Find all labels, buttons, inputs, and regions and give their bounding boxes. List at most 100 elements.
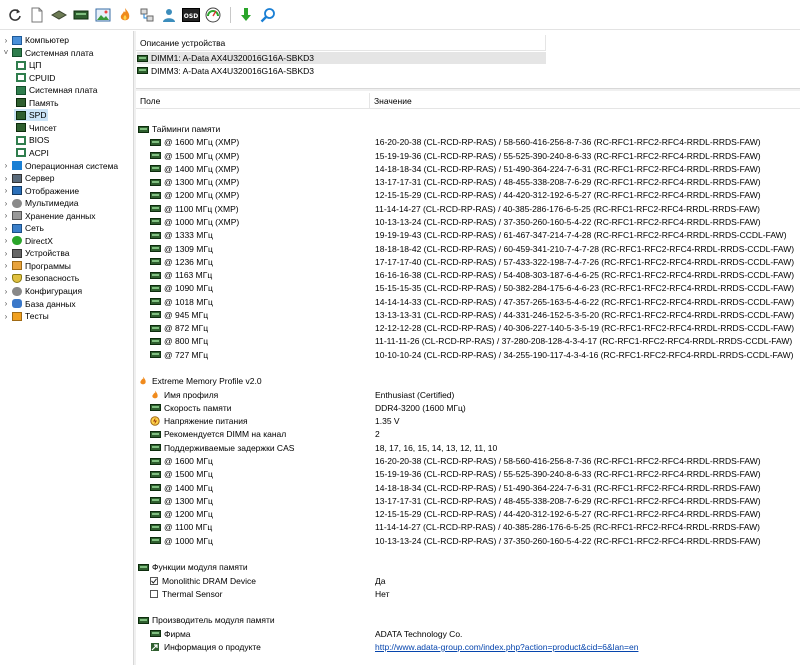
property-row[interactable]: Фирма ADATA Technology Co.	[136, 628, 800, 640]
tree-item[interactable]: ЦП	[14, 59, 41, 71]
property-row[interactable]: Информация о продукте http://www.adata-gr…	[136, 641, 800, 653]
field-cell: @ 1200 МГц	[150, 508, 213, 520]
property-row[interactable]: @ 1300 МГц (XMP) 13-17-17-31 (CL-RCD-RP-R…	[136, 176, 800, 188]
tree-item[interactable]: › Программы	[2, 260, 71, 272]
expand-toggle-icon[interactable]: ›	[2, 299, 10, 308]
tree-item[interactable]: › Мультимедиа	[2, 197, 79, 209]
property-row[interactable]: @ 727 МГц 10-10-10-24 (CL-RCD-RP-RAS) / 3…	[136, 349, 800, 361]
tree-item[interactable]: › Тесты	[2, 310, 49, 322]
tree-item[interactable]: › Устройства	[2, 247, 70, 259]
property-row[interactable]: @ 1163 МГц 16-16-16-38 (CL-RCD-RP-RAS) / …	[136, 269, 800, 281]
expand-toggle-icon[interactable]: ›	[2, 36, 10, 45]
property-row[interactable]: @ 1100 МГц 11-14-14-27 (CL-RCD-RP-RAS) / …	[136, 521, 800, 533]
expand-toggle-icon[interactable]: ›	[2, 174, 10, 183]
expand-toggle-icon[interactable]: ›	[2, 261, 10, 270]
product-info-link[interactable]: http://www.adata-group.com/index.php?act…	[375, 641, 638, 653]
tree-item[interactable]: › Безопасность	[2, 272, 80, 284]
property-row[interactable]: @ 1100 МГц (XMP) 11-14-14-27 (CL-RCD-RP-R…	[136, 203, 800, 215]
tree-item[interactable]: Системная плата	[14, 84, 98, 96]
property-row[interactable]: @ 1300 МГц 13-17-17-31 (CL-RCD-RP-RAS) / …	[136, 495, 800, 507]
section-header-row[interactable]: Extreme Memory Profile v2.0	[136, 375, 800, 387]
tree-item[interactable]: › Хранение данных	[2, 210, 96, 222]
field-cell: Тайминги памяти	[138, 123, 220, 135]
property-row[interactable]: @ 1200 МГц 12-15-15-29 (CL-RCD-RP-RAS) / …	[136, 508, 800, 520]
tree-item[interactable]: BIOS	[14, 134, 49, 146]
image-icon[interactable]	[94, 6, 112, 24]
tree-item[interactable]: › Сервер	[2, 172, 55, 184]
memory-module-icon	[150, 537, 161, 545]
expand-toggle-icon[interactable]: ˅	[2, 48, 10, 57]
property-row[interactable]: Thermal Sensor Нет	[136, 588, 800, 600]
property-row[interactable]: @ 1236 МГц 17-17-17-40 (CL-RCD-RP-RAS) / …	[136, 256, 800, 268]
field-cell: @ 945 МГц	[150, 309, 208, 321]
tree-item[interactable]: › Отображение	[2, 185, 79, 197]
property-row[interactable]: @ 800 МГц 11-11-11-26 (CL-RCD-RP-RAS) / 3…	[136, 335, 800, 347]
tree-item[interactable]: › Сеть	[2, 222, 44, 234]
property-row[interactable]: Поддерживаемые задержки CAS 18, 17, 16, 1…	[136, 442, 800, 454]
expand-toggle-icon[interactable]: ›	[2, 236, 10, 245]
column-header-field[interactable]: Поле	[136, 93, 370, 109]
tree-item[interactable]: CPUID	[14, 72, 55, 84]
property-row[interactable]: @ 1400 МГц 14-18-18-34 (CL-RCD-RP-RAS) / …	[136, 482, 800, 494]
property-row[interactable]: @ 1500 МГц 15-19-19-36 (CL-RCD-RP-RAS) / …	[136, 468, 800, 480]
expand-toggle-icon[interactable]: ›	[2, 249, 10, 258]
property-row[interactable]: Напряжение питания 1.35 V	[136, 415, 800, 427]
expand-toggle-icon[interactable]: ›	[2, 312, 10, 321]
tree-item[interactable]: › База данных	[2, 298, 76, 310]
device-description-header[interactable]: Описание устройства	[136, 35, 546, 51]
tree-item[interactable]: › DirectX	[2, 235, 53, 247]
report-icon[interactable]	[28, 6, 46, 24]
user-icon[interactable]	[160, 6, 178, 24]
property-row[interactable]: Рекомендуется DIMM на канал 2	[136, 428, 800, 440]
field-cell: @ 1163 МГц	[150, 269, 212, 281]
tree-item[interactable]: › Компьютер	[2, 34, 69, 46]
download-icon[interactable]	[237, 6, 255, 24]
property-row[interactable]: @ 1090 МГц 15-15-15-35 (CL-RCD-RP-RAS) / …	[136, 282, 800, 294]
property-row[interactable]: @ 872 МГц 12-12-12-28 (CL-RCD-RP-RAS) / 4…	[136, 322, 800, 334]
expand-toggle-icon[interactable]: ›	[2, 161, 10, 170]
search-icon[interactable]	[259, 6, 277, 24]
gauge-icon[interactable]	[204, 6, 222, 24]
property-row[interactable]: @ 1000 МГц 10-13-13-24 (CL-RCD-RP-RAS) / …	[136, 535, 800, 547]
tree-item[interactable]: › Операционная система	[2, 160, 119, 172]
refresh-icon[interactable]	[6, 6, 24, 24]
property-row[interactable]: Скорость памяти DDR4-3200 (1600 МГц)	[136, 402, 800, 414]
property-row[interactable]: @ 1018 МГц 14-14-14-33 (CL-RCD-RP-RAS) / …	[136, 296, 800, 308]
property-row[interactable]: @ 1600 МГц 16-20-20-38 (CL-RCD-RP-RAS) / …	[136, 455, 800, 467]
property-row[interactable]: @ 1500 МГц (XMP) 15-19-19-36 (CL-RCD-RP-R…	[136, 150, 800, 162]
property-row[interactable]: @ 1309 МГц 18-18-18-42 (CL-RCD-RP-RAS) / …	[136, 243, 800, 255]
tree-item[interactable]: ˅ Системная плата	[2, 47, 94, 59]
expand-toggle-icon[interactable]: ›	[2, 274, 10, 283]
field-label: @ 1333 МГц	[164, 230, 213, 241]
tree-item[interactable]: ACPI	[14, 147, 49, 159]
memory-tool-icon[interactable]	[72, 6, 90, 24]
expand-toggle-icon[interactable]: ›	[2, 287, 10, 296]
property-row[interactable]: @ 1000 МГц (XMP) 10-13-13-24 (CL-RCD-RP-R…	[136, 216, 800, 228]
osd-icon[interactable]: OSD	[182, 6, 200, 24]
motherboard-tool-icon[interactable]	[50, 6, 68, 24]
expand-toggle-icon[interactable]: ›	[2, 199, 10, 208]
tree-item[interactable]: SPD	[14, 109, 49, 122]
flame-icon[interactable]	[116, 6, 134, 24]
property-row[interactable]: @ 1200 МГц (XMP) 12-15-15-29 (CL-RCD-RP-R…	[136, 189, 800, 201]
section-header-row[interactable]: Производитель модуля памяти	[136, 614, 800, 626]
column-header-value[interactable]: Значение	[370, 93, 800, 109]
property-row[interactable]: Имя профиля Enthusiast (Certified)	[136, 389, 800, 401]
tree-item[interactable]: › Конфигурация	[2, 285, 82, 297]
expand-toggle-icon[interactable]: ›	[2, 224, 10, 233]
property-row[interactable]: @ 1333 МГц 19-19-19-43 (CL-RCD-RP-RAS) / …	[136, 229, 800, 241]
section-header-row[interactable]: Функции модуля памяти	[136, 561, 800, 573]
expand-toggle-icon[interactable]: ›	[2, 186, 10, 195]
expand-toggle-icon[interactable]: ›	[2, 211, 10, 220]
tree-item[interactable]: Память	[14, 97, 59, 109]
property-row[interactable]: @ 1400 МГц (XMP) 14-18-18-34 (CL-RCD-RP-R…	[136, 163, 800, 175]
tree-item[interactable]: Чипсет	[14, 122, 57, 134]
property-row[interactable]: Monolithic DRAM Device Да	[136, 575, 800, 587]
property-row[interactable]: @ 945 МГц 13-13-13-31 (CL-RCD-RP-RAS) / 4…	[136, 309, 800, 321]
device-list-item[interactable]: DIMM3: A-Data AX4U320016G16A-SBKD3	[137, 65, 314, 77]
field-cell: @ 1236 МГц	[150, 256, 213, 268]
network-tool-icon[interactable]	[138, 6, 156, 24]
device-list-item[interactable]: DIMM1: A-Data AX4U320016G16A-SBKD3	[137, 52, 546, 64]
property-row[interactable]: @ 1600 МГц (XMP) 16-20-20-38 (CL-RCD-RP-R…	[136, 136, 800, 148]
section-header-row[interactable]: Тайминги памяти	[136, 123, 800, 135]
